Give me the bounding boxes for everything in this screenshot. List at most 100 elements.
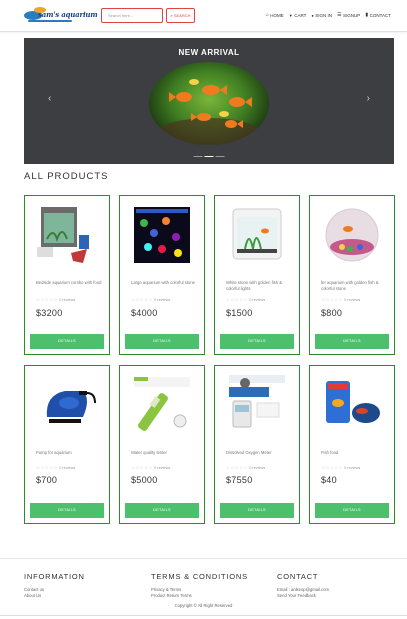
air-pump-image[interactable] xyxy=(35,372,99,438)
product-name[interactable]: Bedside aquarium combo with food xyxy=(36,280,102,286)
details-button[interactable]: DETAILS xyxy=(30,334,104,349)
product-name[interactable]: Fish food xyxy=(321,450,387,456)
white-tank-image[interactable] xyxy=(225,202,289,268)
product-price: $5000 xyxy=(131,475,158,485)
carousel-prev-arrow-icon[interactable]: ‹ xyxy=(48,93,51,104)
nav-contact-label: CONTACT xyxy=(369,12,391,18)
product-price: $700 xyxy=(36,475,58,485)
star-icon: ☆☆☆☆☆ xyxy=(226,465,248,470)
search-input[interactable]: Search here... xyxy=(101,8,163,23)
copyright-text: Copyright © All Right Reserved xyxy=(174,603,233,608)
nav-cart[interactable]: ▼ CART xyxy=(289,12,307,18)
carousel-indicator-active[interactable] xyxy=(204,155,214,157)
carousel-next-arrow-icon[interactable]: › xyxy=(367,93,370,104)
product-price: $800 xyxy=(321,308,343,318)
search-button[interactable]: ⌕ SEARCH xyxy=(166,8,195,23)
review-count: 0 reviews xyxy=(154,298,171,302)
review-count: 0 reviews xyxy=(249,298,266,302)
nav-cart-label: CART xyxy=(294,12,307,18)
product-card[interactable]: Fish food ☆☆☆☆☆ 0 reviews $40 DETAILS xyxy=(309,365,395,524)
home-icon: ⌂ xyxy=(265,12,269,18)
product-card[interactable]: Pump for aquarium ☆☆☆☆☆ 0 reviews $700 DETA… xyxy=(24,365,110,524)
product-card[interactable]: fer aquarium with golden fish & colorful… xyxy=(309,195,395,355)
contact-icon: ▮ xyxy=(365,12,369,18)
section-title: ALL PRODUCTS xyxy=(24,171,109,182)
star-icon: ☆☆☆☆☆ xyxy=(321,465,343,470)
product-price: $1500 xyxy=(226,308,253,318)
search-button-label: SEARCH xyxy=(173,13,191,18)
details-button[interactable]: DETAILS xyxy=(125,503,199,518)
review-count: 0 reviews xyxy=(344,298,361,302)
product-card[interactable]: Dissolved Oxygen Meter ☆☆☆☆☆ 0 reviews $75… xyxy=(214,365,300,524)
details-button[interactable]: DETAILS xyxy=(220,334,294,349)
footer-information: INFORMATION Contact us About Us xyxy=(24,572,85,599)
star-icon: ☆☆☆☆☆ xyxy=(131,297,153,302)
product-rating: ☆☆☆☆☆ 0 reviews xyxy=(226,465,265,471)
nav-contact[interactable]: ▮ CONTACT xyxy=(365,12,391,18)
footer-terms: TERMS & CONDITIONS Privacy & Terms Produ… xyxy=(151,572,248,599)
product-rating: ☆☆☆☆☆ 0 reviews xyxy=(131,297,170,303)
product-card[interactable]: White stone with golden fish & colorful … xyxy=(214,195,300,355)
product-name[interactable]: fer aquarium with golden fish & colorful… xyxy=(321,280,387,292)
details-button[interactable]: DETAILS xyxy=(220,503,294,518)
details-button[interactable]: DETAILS xyxy=(30,503,104,518)
carousel-indicator[interactable] xyxy=(215,155,225,157)
new-arrival-carousel: NEW ARRIVAL ‹ › xyxy=(24,38,394,164)
star-icon: ☆☆☆☆☆ xyxy=(36,465,58,470)
details-button[interactable]: DETAILS xyxy=(315,334,389,349)
review-count: 0 reviews xyxy=(344,466,361,470)
footer-link-about-us[interactable]: About Us xyxy=(24,593,85,599)
search-icon: ⌕ xyxy=(170,13,173,18)
product-rating: ☆☆☆☆☆ 0 reviews xyxy=(226,297,265,303)
product-price: $4000 xyxy=(131,308,158,318)
carousel-indicator[interactable] xyxy=(193,155,203,157)
product-name[interactable]: White stone with golden fish & colorful … xyxy=(226,280,292,292)
footer-contact: CONTACT Email : anikeop@gmail.com Send Y… xyxy=(277,572,329,599)
nav-signup[interactable]: ☰ SIGNUP xyxy=(337,12,360,18)
details-button[interactable]: DETAILS xyxy=(125,334,199,349)
footer-link-return-terms[interactable]: Product Return Terms xyxy=(151,593,248,599)
product-card[interactable]: Large aquarium with colorful stone ☆☆☆☆☆ … xyxy=(119,195,205,355)
product-name[interactable]: Dissolved Oxygen Meter xyxy=(226,450,292,456)
star-icon: ☆☆☆☆☆ xyxy=(226,297,248,302)
product-name[interactable]: Pump for aquarium xyxy=(36,450,102,456)
product-name[interactable]: Large aquarium with colorful stone xyxy=(131,280,197,286)
logo-text: sam's aquarium xyxy=(38,10,98,19)
product-price: $3200 xyxy=(36,308,63,318)
water-tester-image[interactable] xyxy=(130,372,194,438)
aquarium-combo-image[interactable] xyxy=(35,202,99,268)
product-rating: ☆☆☆☆☆ 0 reviews xyxy=(131,465,170,471)
footer-divider xyxy=(0,558,407,559)
user-icon: ● xyxy=(311,12,314,18)
review-count: 0 reviews xyxy=(59,466,76,470)
footer-contact-title: CONTACT xyxy=(277,572,319,581)
cart-icon: ▼ xyxy=(288,12,293,18)
nav-home[interactable]: ⌂ HOME xyxy=(266,12,284,18)
star-icon: ☆☆☆☆☆ xyxy=(36,297,58,302)
footer-terms-title: TERMS & CONDITIONS xyxy=(151,572,248,581)
logo[interactable]: sam's aquarium xyxy=(24,6,98,24)
product-card[interactable]: Bedside aquarium combo with food ☆☆☆☆☆ 0 … xyxy=(24,195,110,355)
review-count: 0 reviews xyxy=(59,298,76,302)
top-navbar: sam's aquarium Search here... ⌕ SEARCH ⌂… xyxy=(0,0,407,32)
review-count: 0 reviews xyxy=(249,466,266,470)
fish-food-image[interactable] xyxy=(320,372,384,438)
nav-sign-in-label: SIGN IN xyxy=(315,12,333,18)
goldfish-image xyxy=(149,62,269,145)
review-count: 0 reviews xyxy=(154,466,171,470)
star-icon: ☆☆☆☆☆ xyxy=(321,297,343,302)
oxygen-meter-image[interactable] xyxy=(225,372,289,438)
fishbowl-image[interactable] xyxy=(320,202,384,268)
nav-menu: ⌂ HOME ▼ CART ● SIGN IN ☰ SIGNUP ▮ CONTACT xyxy=(266,12,391,18)
logo-wave-icon xyxy=(28,20,72,22)
product-name[interactable]: Water quality tester xyxy=(131,450,197,456)
product-rating: ☆☆☆☆☆ 0 reviews xyxy=(36,297,75,303)
product-rating: ☆☆☆☆☆ 0 reviews xyxy=(321,297,360,303)
details-button[interactable]: DETAILS xyxy=(315,503,389,518)
product-card[interactable]: Water quality tester ☆☆☆☆☆ 0 reviews $5000… xyxy=(119,365,205,524)
star-icon: ☆☆☆☆☆ xyxy=(131,465,153,470)
nav-sign-in[interactable]: ● SIGN IN xyxy=(311,12,332,18)
colorful-stone-image[interactable] xyxy=(130,202,194,268)
nav-home-label: HOME xyxy=(270,12,284,18)
footer-feedback-link[interactable]: Send Your Feedback xyxy=(277,593,329,599)
